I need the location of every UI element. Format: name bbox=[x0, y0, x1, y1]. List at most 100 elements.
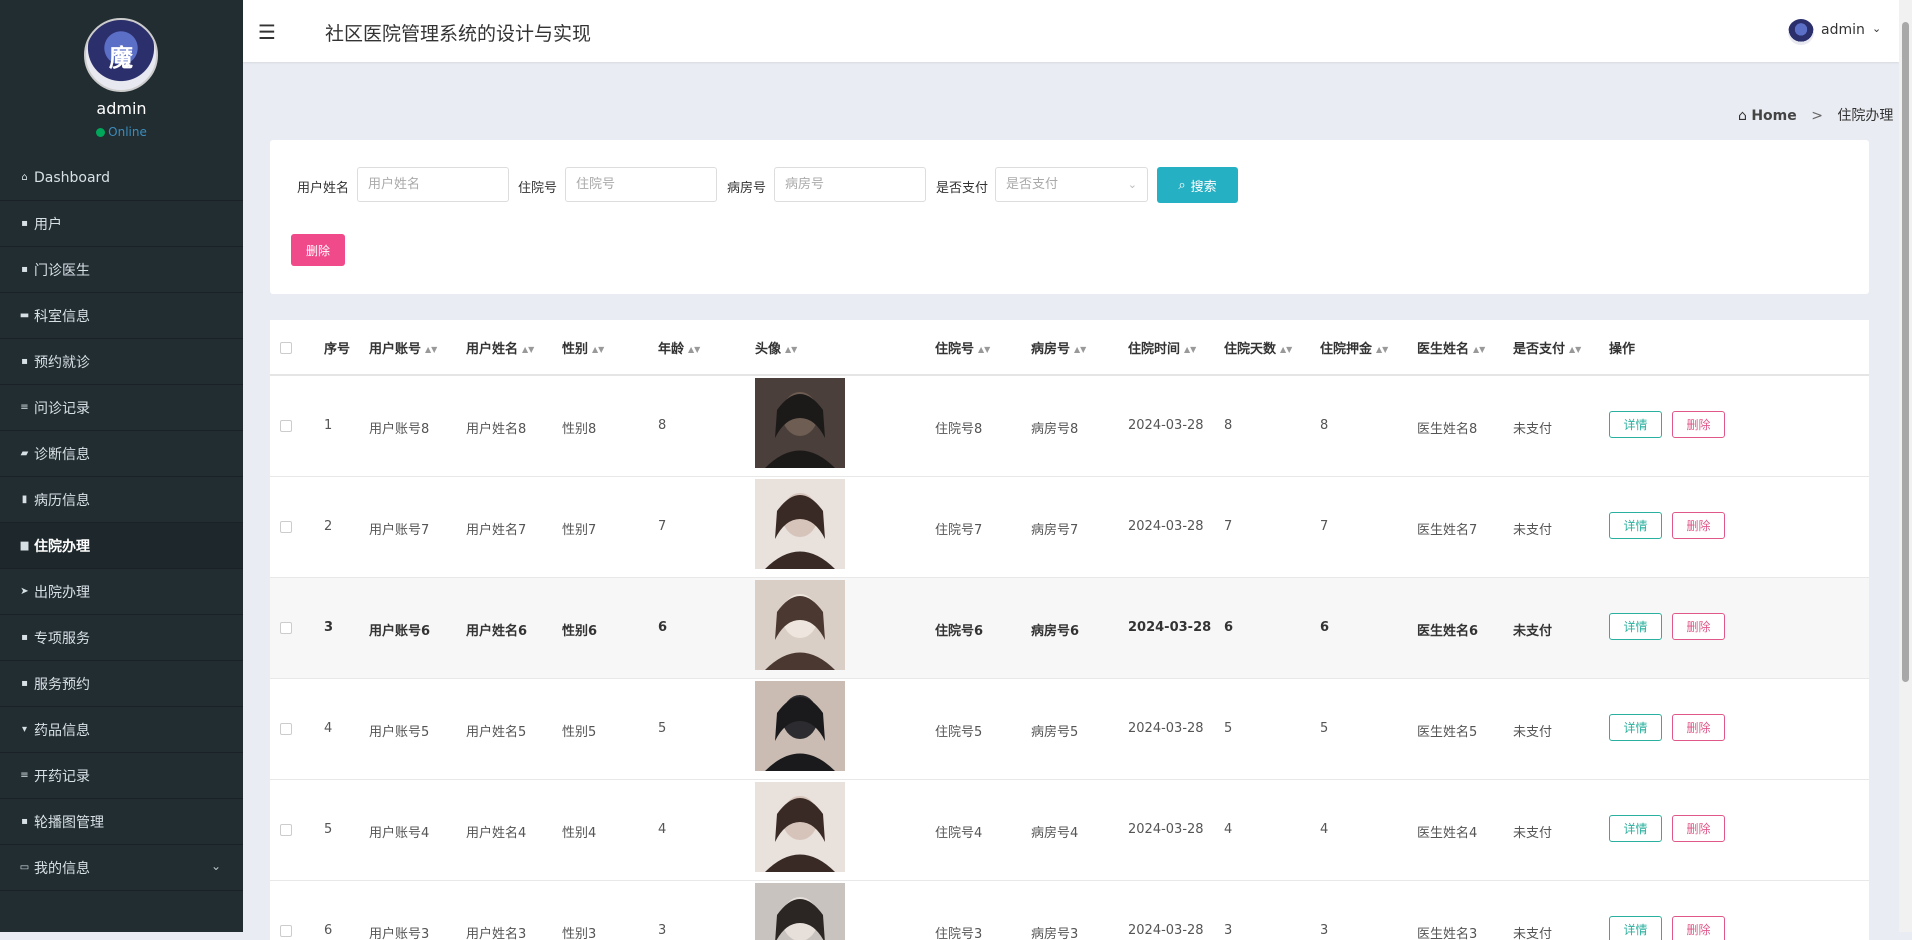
table-row[interactable]: 2 用户账号7 用户姓名7 性别7 7 住院号7 病房号7 2024-03-28 7 7 医生姓名7… bbox=[270, 477, 1869, 578]
grid-icon: ▪ bbox=[21, 218, 28, 229]
row-checkbox[interactable] bbox=[280, 622, 292, 634]
hosp-no-filter-input[interactable]: 住院号 bbox=[565, 167, 717, 202]
sidebar-item[interactable]: ▪ 用户 bbox=[0, 201, 243, 247]
cell-deposit: 3 bbox=[1320, 923, 1329, 938]
avatar-photo[interactable] bbox=[755, 580, 845, 670]
col-name[interactable]: 用户姓名 ▲▼ bbox=[466, 338, 534, 357]
sort-icon[interactable]: ▲▼ bbox=[688, 345, 700, 354]
row-checkbox[interactable] bbox=[280, 824, 292, 836]
delete-button[interactable]: 删除 bbox=[1672, 916, 1725, 940]
cell-room-no: 病房号8 bbox=[1031, 422, 1079, 437]
col-avatar[interactable]: 头像 ▲▼ bbox=[755, 338, 797, 357]
cell-gender: 性别8 bbox=[562, 422, 597, 437]
sort-icon[interactable]: ▲▼ bbox=[1184, 345, 1196, 354]
sidebar-item[interactable]: ▭ 我的信息 ⌄ bbox=[0, 845, 243, 891]
row-checkbox[interactable] bbox=[280, 925, 292, 937]
avatar-photo[interactable] bbox=[755, 479, 845, 569]
detail-button[interactable]: 详情 bbox=[1609, 613, 1662, 640]
sidebar-item[interactable]: ▾ 药品信息 bbox=[0, 707, 243, 753]
detail-button[interactable]: 详情 bbox=[1609, 714, 1662, 741]
row-checkbox[interactable] bbox=[280, 420, 292, 432]
avatar-photo[interactable] bbox=[755, 883, 845, 940]
detail-button[interactable]: 详情 bbox=[1609, 512, 1662, 539]
paid-filter-select[interactable]: 是否支付 ⌄ bbox=[995, 167, 1148, 202]
table-row[interactable]: 6 用户账号3 用户姓名3 性别3 3 住院号3 病房号3 2024-03-28 3 3 医生姓名3… bbox=[270, 881, 1869, 940]
search-button[interactable]: ⌕ 搜索 bbox=[1157, 167, 1238, 203]
sort-icon[interactable]: ▲▼ bbox=[1569, 345, 1581, 354]
sidebar-item[interactable]: ▰ 诊断信息 bbox=[0, 431, 243, 477]
table-row[interactable]: 5 用户账号4 用户姓名4 性别4 4 住院号4 病房号4 2024-03-28 4 4 医生姓名4… bbox=[270, 780, 1869, 881]
avatar-photo[interactable] bbox=[755, 378, 845, 468]
select-all-checkbox[interactable] bbox=[280, 342, 292, 354]
grid-icon: ▪ bbox=[21, 816, 28, 827]
row-checkbox[interactable] bbox=[280, 723, 292, 735]
detail-button[interactable]: 详情 bbox=[1609, 815, 1662, 842]
menu-toggle-icon[interactable]: ☰ bbox=[258, 20, 276, 44]
sort-icon[interactable]: ▲▼ bbox=[785, 345, 797, 354]
cell-room-no: 病房号4 bbox=[1031, 826, 1079, 841]
sidebar-item[interactable]: ⌂ Dashboard bbox=[0, 155, 243, 201]
sort-icon[interactable]: ▲▼ bbox=[522, 345, 534, 354]
cell-date: 2024-03-28 bbox=[1128, 519, 1204, 534]
avatar-photo[interactable] bbox=[755, 681, 845, 771]
chevron-down-icon[interactable]: ⌄ bbox=[211, 859, 221, 873]
col-paid[interactable]: 是否支付 ▲▼ bbox=[1513, 338, 1581, 357]
scrollbar-thumb[interactable] bbox=[1902, 22, 1909, 682]
delete-button[interactable]: 删除 bbox=[1672, 815, 1725, 842]
sidebar-item[interactable]: ➤ 出院办理 bbox=[0, 569, 243, 615]
cell-deposit: 8 bbox=[1320, 418, 1329, 433]
cell-age: 6 bbox=[658, 620, 668, 635]
col-hosp-no[interactable]: 住院号 ▲▼ bbox=[935, 338, 990, 357]
sidebar-item[interactable]: ▮ 病历信息 bbox=[0, 477, 243, 523]
sidebar-item[interactable]: ≡ 问诊记录 bbox=[0, 385, 243, 431]
page-scrollbar[interactable] bbox=[1899, 0, 1912, 932]
delete-button[interactable]: 删除 bbox=[1672, 411, 1725, 438]
header-user-name[interactable]: admin bbox=[1821, 22, 1865, 38]
sidebar-item-label: 药品信息 bbox=[34, 722, 90, 739]
table-row[interactable]: 3 用户账号6 用户姓名6 性别6 6 住院号6 病房号6 2024-03-28 6 6 医生姓名6… bbox=[270, 578, 1869, 679]
batch-delete-button[interactable]: 删除 bbox=[291, 234, 345, 266]
delete-button[interactable]: 删除 bbox=[1672, 714, 1725, 741]
name-filter-input[interactable]: 用户姓名 bbox=[357, 167, 509, 202]
sidebar-item[interactable]: ▪ 预约就诊 bbox=[0, 339, 243, 385]
sidebar-item[interactable]: ≡ 开药记录 bbox=[0, 753, 243, 799]
col-account[interactable]: 用户账号 ▲▼ bbox=[369, 338, 437, 357]
online-status: Online bbox=[0, 125, 243, 139]
sort-icon[interactable]: ▲▼ bbox=[1280, 345, 1292, 354]
row-checkbox[interactable] bbox=[280, 521, 292, 533]
breadcrumb-home[interactable]: Home bbox=[1751, 108, 1796, 124]
detail-button[interactable]: 详情 bbox=[1609, 916, 1662, 940]
cell-index: 4 bbox=[324, 721, 333, 736]
table-row[interactable]: 4 用户账号5 用户姓名5 性别5 5 住院号5 病房号5 2024-03-28 5 5 医生姓名5… bbox=[270, 679, 1869, 780]
col-room-no[interactable]: 病房号 ▲▼ bbox=[1031, 338, 1086, 357]
table-row[interactable]: 1 用户账号8 用户姓名8 性别8 8 住院号8 病房号8 2024-03-28 8 8 医生姓名8… bbox=[270, 376, 1869, 477]
sort-icon[interactable]: ▲▼ bbox=[592, 345, 604, 354]
cell-gender: 性别5 bbox=[562, 725, 597, 740]
col-doctor[interactable]: 医生姓名 ▲▼ bbox=[1417, 338, 1485, 357]
col-date[interactable]: 住院时间 ▲▼ bbox=[1128, 338, 1196, 357]
chevron-down-icon[interactable]: ⌄ bbox=[1872, 22, 1881, 35]
room-no-filter-input[interactable]: 病房号 bbox=[774, 167, 926, 202]
col-days[interactable]: 住院天数 ▲▼ bbox=[1224, 338, 1292, 357]
sidebar-item[interactable]: ▆ 住院办理 bbox=[0, 523, 243, 569]
sidebar-item[interactable]: ▪ 轮播图管理 bbox=[0, 799, 243, 845]
sort-icon[interactable]: ▲▼ bbox=[1376, 345, 1388, 354]
sidebar-item[interactable]: ▪ 专项服务 bbox=[0, 615, 243, 661]
avatar-photo[interactable] bbox=[755, 782, 845, 872]
col-gender[interactable]: 性别 ▲▼ bbox=[562, 338, 604, 357]
sidebar-item[interactable]: ▪ 门诊医生 bbox=[0, 247, 243, 293]
delete-button[interactable]: 删除 bbox=[1672, 613, 1725, 640]
sort-icon[interactable]: ▲▼ bbox=[978, 345, 990, 354]
sort-icon[interactable]: ▲▼ bbox=[1473, 345, 1485, 354]
col-age[interactable]: 年龄 ▲▼ bbox=[658, 338, 700, 357]
sort-icon[interactable]: ▲▼ bbox=[425, 345, 437, 354]
sidebar-item[interactable]: ▬ 科室信息 bbox=[0, 293, 243, 339]
col-deposit[interactable]: 住院押金 ▲▼ bbox=[1320, 338, 1388, 357]
detail-button[interactable]: 详情 bbox=[1609, 411, 1662, 438]
header-avatar[interactable] bbox=[1788, 19, 1814, 45]
paid-filter-label: 是否支付 bbox=[936, 181, 989, 196]
delete-button[interactable]: 删除 bbox=[1672, 512, 1725, 539]
cell-date: 2024-03-28 bbox=[1128, 418, 1204, 433]
sidebar-item[interactable]: ▪ 服务预约 bbox=[0, 661, 243, 707]
sort-icon[interactable]: ▲▼ bbox=[1074, 345, 1086, 354]
